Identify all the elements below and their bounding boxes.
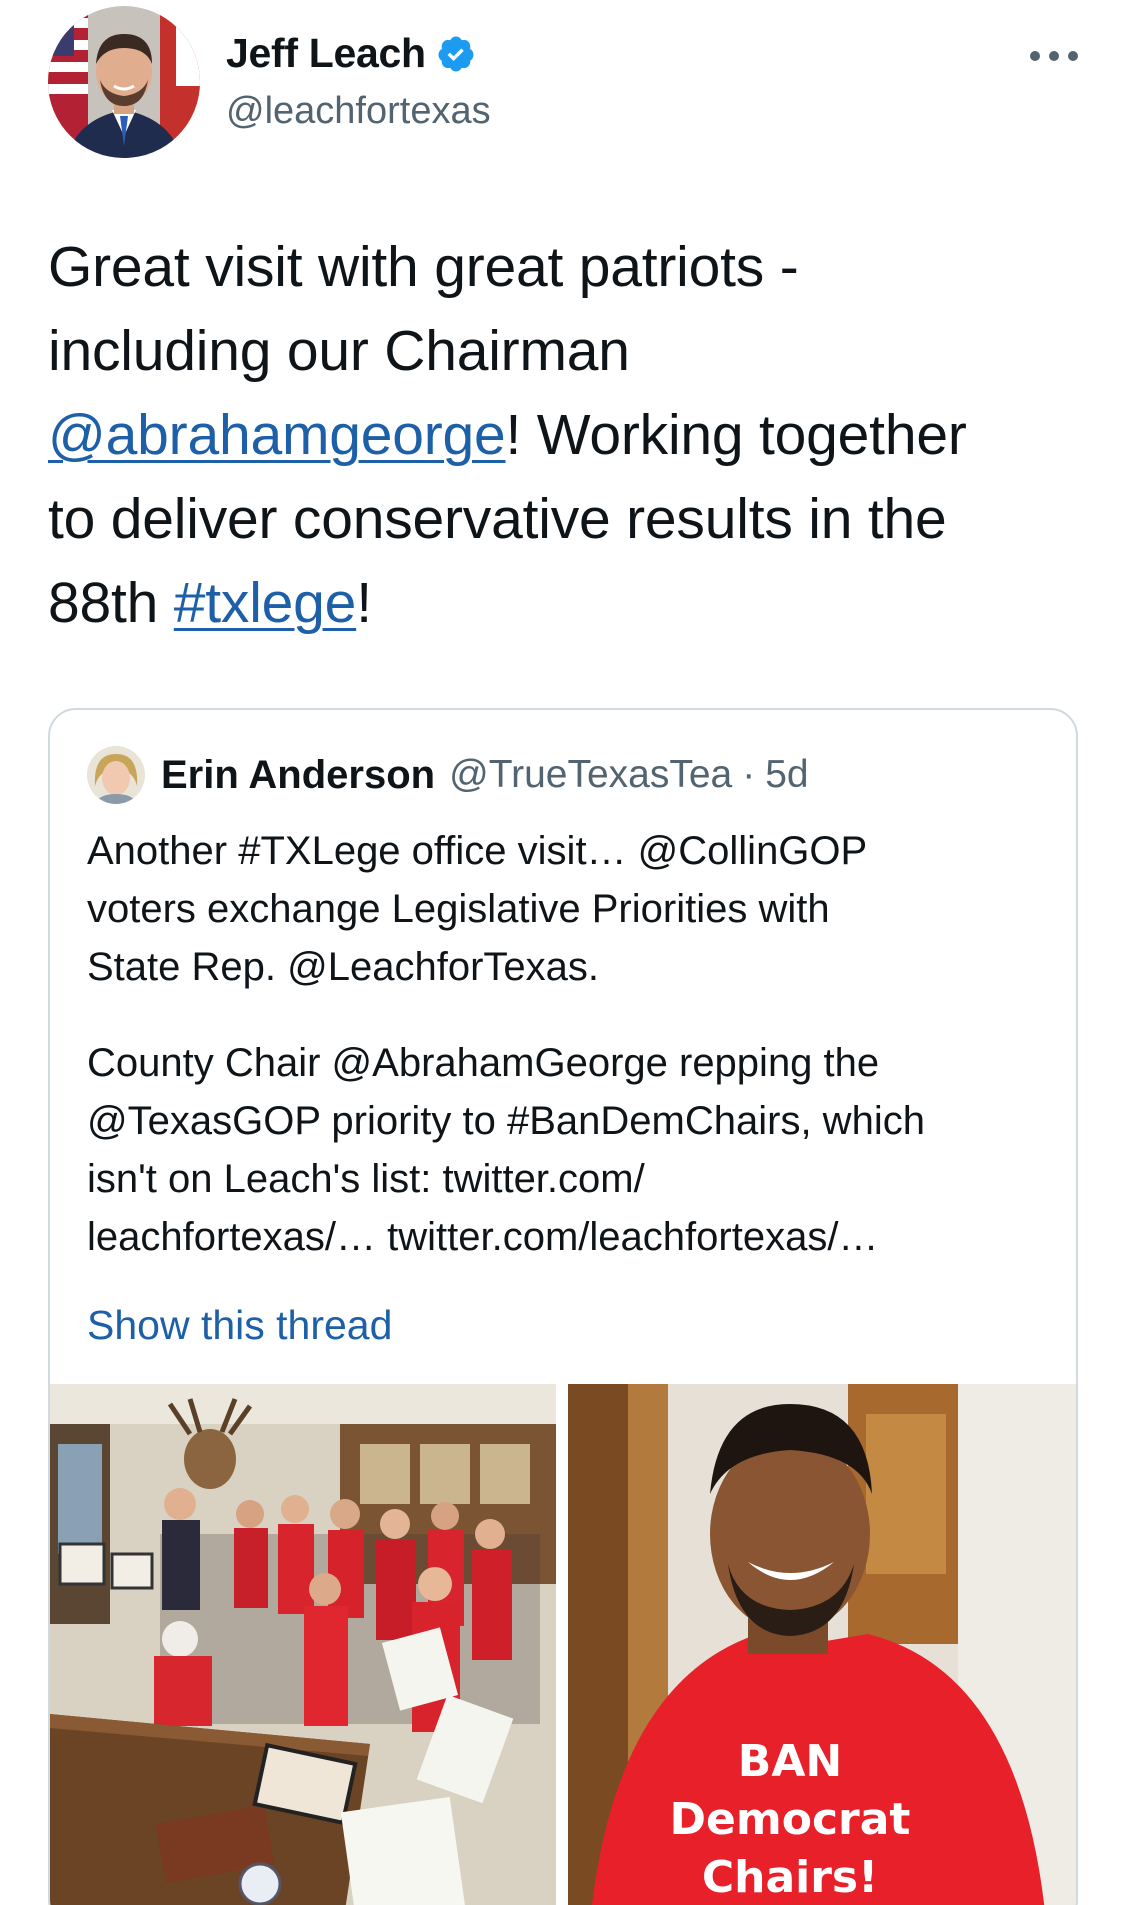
quoted-media-grid: BAN Democrat Chairs! [50, 1384, 1076, 1905]
chairman-image: BAN Democrat Chairs! [568, 1384, 1076, 1905]
author-avatar-image [48, 6, 200, 158]
tweet-header: Jeff Leach @leachfortexas [48, 6, 1078, 161]
tweet-line: Great visit with great patriots - [48, 235, 799, 299]
quoted-author-avatar[interactable] [87, 746, 145, 804]
quoted-timestamp[interactable]: 5d [765, 753, 808, 797]
quoted-handle[interactable]: @TrueTexasTea [449, 753, 732, 797]
quoted-display-name[interactable]: Erin Anderson [161, 753, 435, 798]
hashtag-link[interactable]: #txlege [174, 571, 357, 635]
quoted-paragraph: Another #TXLege office visit… @CollinGOP… [87, 829, 868, 989]
more-dot [1068, 51, 1078, 61]
author-name-row: Jeff Leach [226, 30, 476, 77]
tweet-text-segment: ! [356, 571, 372, 635]
chairman-photo[interactable]: BAN Democrat Chairs! [568, 1384, 1076, 1905]
shirt-text-line: BAN [738, 1736, 842, 1787]
tweet-text-segment: 88th [48, 571, 174, 635]
office-visit-photo[interactable] [50, 1384, 556, 1905]
author-display-name[interactable]: Jeff Leach [226, 30, 426, 77]
office-visit-image [50, 1384, 556, 1905]
tweet-line: 88th #txlege! [48, 561, 1088, 645]
quoted-tweet-header: Erin Anderson @TrueTexasTea · 5d [87, 746, 809, 804]
tweet-line: @abrahamgeorge! Working together [48, 393, 1088, 477]
quoted-paragraph: County Chair @AbrahamGeorge repping the … [87, 1041, 925, 1259]
shirt-text-line: Democrat [670, 1794, 911, 1845]
more-options-icon[interactable] [1030, 46, 1078, 66]
tweet-line: to deliver conservative results in the [48, 487, 947, 551]
quoted-avatar-image [87, 746, 145, 804]
verified-badge-icon [438, 36, 474, 71]
mention-link[interactable]: @abrahamgeorge [48, 403, 506, 467]
author-handle[interactable]: @leachfortexas [226, 90, 491, 133]
tweet-line: including our Chairman [48, 319, 630, 383]
show-thread-link[interactable]: Show this thread [87, 1302, 392, 1349]
quoted-tweet-card[interactable]: Erin Anderson @TrueTexasTea · 5d Another… [48, 708, 1078, 1905]
author-avatar[interactable] [48, 6, 200, 158]
more-dot [1030, 51, 1040, 61]
shirt-text-line: Chairs! [702, 1852, 878, 1903]
more-dot [1049, 51, 1059, 61]
tweet-text-segment: ! Working together [505, 403, 967, 467]
tweet-text: Great visit with great patriots - includ… [48, 225, 1088, 645]
separator-dot: · [742, 753, 756, 796]
quoted-tweet-text: Another #TXLege office visit… @CollinGOP… [87, 822, 1047, 1266]
